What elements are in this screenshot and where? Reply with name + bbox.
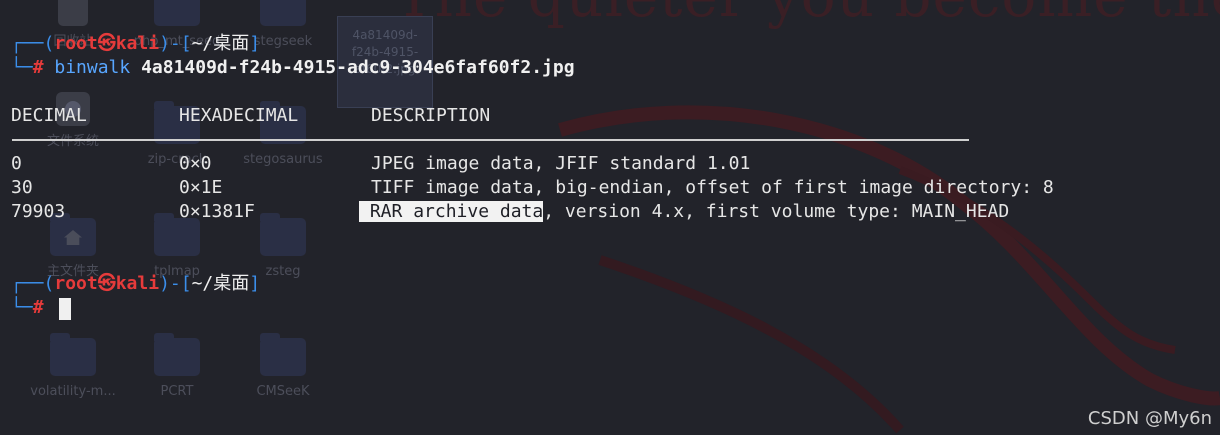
prompt-symbol: # — [32, 57, 44, 78]
command-argument: 4a81409d-f24b-4915-adc9-304e6faf60f2.jpg — [141, 57, 575, 78]
column-header-hexadecimal: HEXADECIMAL — [179, 105, 299, 126]
input-line[interactable]: └─# — [11, 297, 44, 319]
row-hex: 0×1E — [179, 177, 223, 198]
prompt-line: ┌──(root㉿kali)-[~/桌面] — [11, 33, 261, 54]
prompt-user: root — [54, 273, 98, 294]
row-decimal: 79903 — [11, 201, 66, 222]
row-hex: 0×0 — [179, 153, 212, 174]
prompt-host: kali — [115, 33, 160, 54]
prompt-at-symbol: ㉿ — [97, 273, 116, 294]
header-divider — [12, 139, 969, 141]
command-line: └─# binwalk 4a81409d-f24b-4915-adc9-304e… — [11, 57, 575, 78]
column-header-decimal: DECIMAL — [11, 105, 87, 126]
terminal-output[interactable]: ┌──(root㉿kali)-[~/桌面] └─# binwalk 4a8140… — [0, 0, 1220, 435]
row-hex: 0×1381F — [179, 201, 255, 222]
command-name: binwalk — [54, 57, 131, 78]
selected-text-highlight[interactable]: RAR archive data — [359, 201, 544, 222]
row-decimal: 30 — [11, 177, 33, 198]
prompt-line: ┌──(root㉿kali)-[~/桌面] — [11, 273, 261, 294]
row-description: RAR archive data, version 4.x, first vol… — [359, 201, 1009, 223]
watermark: CSDN @My6n — [1087, 408, 1212, 429]
column-header-description: DESCRIPTION — [371, 105, 491, 126]
row-decimal: 0 — [11, 153, 22, 174]
prompt-user: root — [54, 33, 98, 54]
text-cursor — [59, 298, 71, 320]
prompt-at-symbol: ㉿ — [97, 33, 116, 54]
prompt-host: kali — [115, 273, 160, 294]
row-description: TIFF image data, big-endian, offset of f… — [371, 177, 1054, 198]
prompt-path: ~/桌面 — [191, 33, 250, 54]
prompt-symbol: # — [32, 297, 44, 318]
prompt-path: ~/桌面 — [191, 273, 250, 294]
row-description: JPEG image data, JFIF standard 1.01 — [371, 153, 751, 174]
